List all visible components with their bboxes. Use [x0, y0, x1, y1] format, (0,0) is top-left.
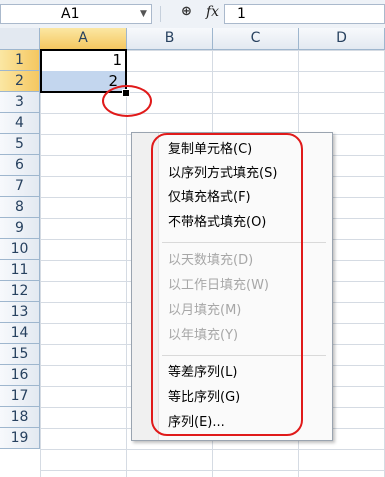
formula-bar: A1 ▼ ⊕ fx 1	[0, 0, 385, 29]
row-header[interactable]: 17	[0, 386, 40, 407]
formula-bar-divider	[160, 6, 161, 22]
chevron-down-icon[interactable]: ▼	[140, 9, 147, 19]
column-header-d[interactable]: D	[299, 28, 385, 50]
column-header-b[interactable]: B	[127, 28, 213, 50]
row-header[interactable]: 5	[0, 134, 40, 155]
insert-function-search-icon[interactable]: ⊕	[181, 4, 192, 19]
row-header[interactable]: 10	[0, 239, 40, 260]
select-all-corner[interactable]	[0, 28, 40, 50]
formula-input-value: 1	[237, 6, 246, 22]
row-header[interactable]: 4	[0, 113, 40, 134]
row-header[interactable]: 13	[0, 302, 40, 323]
row-header[interactable]: 11	[0, 260, 40, 281]
row-header[interactable]: 7	[0, 176, 40, 197]
row-header[interactable]: 14	[0, 323, 40, 344]
row-header[interactable]: 12	[0, 281, 40, 302]
row-header[interactable]: 9	[0, 218, 40, 239]
name-box[interactable]: A1 ▼	[0, 4, 152, 24]
row-header[interactable]: 2	[0, 71, 40, 92]
row-header[interactable]: 15	[0, 344, 40, 365]
row-header[interactable]: 6	[0, 155, 40, 176]
row-header[interactable]: 1	[0, 50, 40, 71]
column-header-c[interactable]: C	[213, 28, 299, 50]
fx-icon[interactable]: fx	[206, 4, 219, 20]
highlight-ellipse	[102, 85, 152, 117]
formula-input[interactable]: 1	[224, 4, 385, 24]
row-header[interactable]: 18	[0, 407, 40, 428]
row-header[interactable]: 16	[0, 365, 40, 386]
row-header[interactable]: 19	[0, 428, 40, 449]
column-header-a[interactable]: A	[40, 28, 127, 50]
row-header[interactable]: 3	[0, 92, 40, 113]
highlight-rectangle	[151, 133, 303, 436]
name-box-value: A1	[61, 6, 80, 22]
row-header[interactable]: 8	[0, 197, 40, 218]
